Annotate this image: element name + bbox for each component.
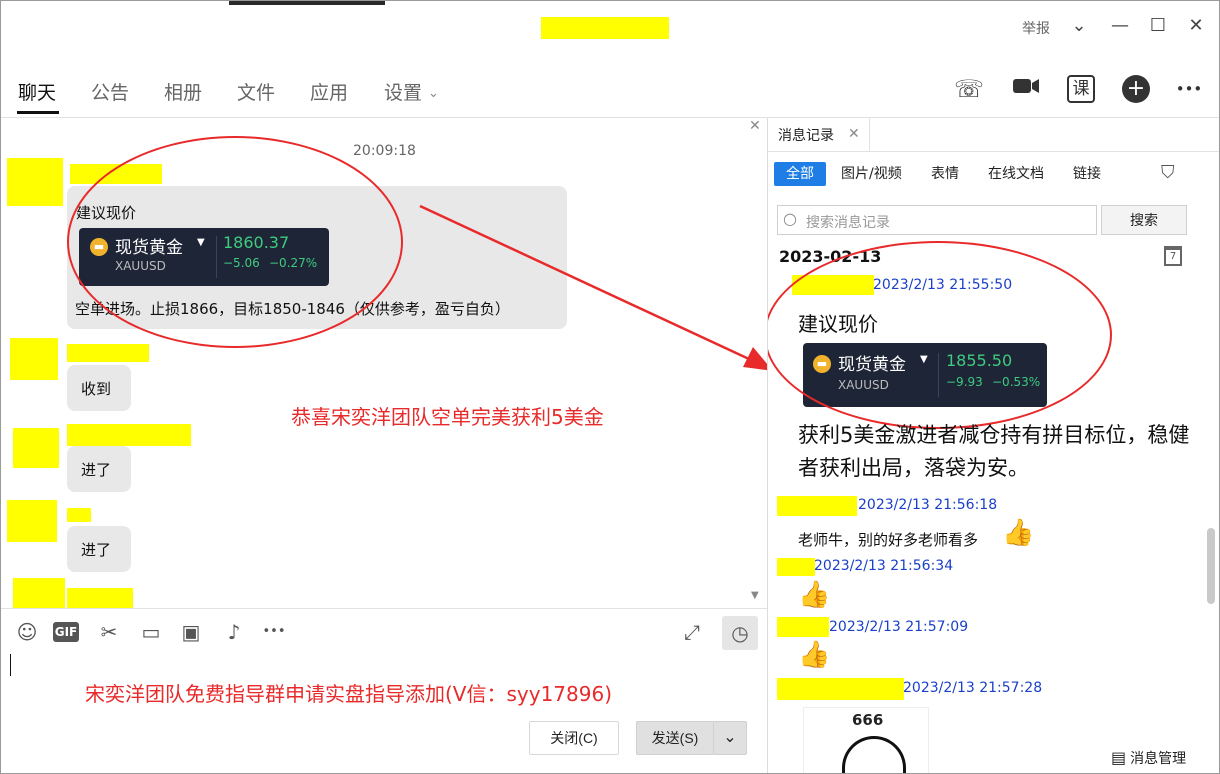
text-caret <box>10 654 11 676</box>
message-input-area[interactable]: 宋奕洋团队免费指导群申请实盘指导添加(V信：syy17896) 关闭(C) 发送… <box>1 654 767 773</box>
search-input[interactable]: ○ 搜索消息记录 <box>777 205 1097 235</box>
calendar-icon[interactable]: 7 <box>1164 246 1182 266</box>
history-tab[interactable]: 消息记录 <box>778 125 834 145</box>
message-manager-label: 消息管理 <box>1130 751 1187 767</box>
history-clock-icon[interactable]: ◷ <box>722 616 758 650</box>
entry-body: 老师牛，别的好多老师看多 <box>798 531 979 549</box>
entry-time: 2023/2/13 21:57:28 <box>903 680 1043 696</box>
close-button[interactable]: 关闭(C) <box>529 721 619 755</box>
thumbs-up-icon: 👍 <box>798 640 831 670</box>
search-button[interactable]: 搜索 <box>1101 205 1187 235</box>
close-icon[interactable]: ✕ <box>848 126 860 142</box>
folder-icon[interactable]: ▭ <box>138 619 164 645</box>
filter-media[interactable]: 图片/视频 <box>841 162 902 186</box>
preview-arc <box>842 736 906 773</box>
emoji-icon[interactable]: ☺ <box>14 619 40 645</box>
more-icon[interactable]: ••• <box>261 619 287 645</box>
entry-time: 2023/2/13 21:56:18 <box>858 497 998 513</box>
message-history-panel: 消息记录 ✕ 全部 图片/视频 表情 在线文档 链接 ⛉ ○ 搜索消息记录 搜索… <box>768 118 1219 773</box>
send-button[interactable]: 发送(S) <box>636 721 714 755</box>
filter-docs[interactable]: 在线文档 <box>988 162 1044 186</box>
message-manager-icon: ▤ <box>1111 748 1127 767</box>
history-scrollbar[interactable] <box>1207 528 1215 604</box>
annotation-ad: 宋奕洋团队免费指导群申请实盘指导添加(V信：syy17896) <box>85 682 613 706</box>
filter-stickers[interactable]: 表情 <box>931 162 959 186</box>
bell-icon[interactable]: ♪ <box>221 619 247 645</box>
entry-body: 获利5美金激进者减仓持有拼目标位，稳健者获利出局，落袋为安。 <box>798 423 1190 480</box>
highlight-ellipse <box>768 241 1112 429</box>
scissors-icon[interactable]: ✂ <box>96 619 122 645</box>
filter-icon[interactable]: ⛉ <box>1161 162 1175 183</box>
redacted-sender-name <box>777 617 829 637</box>
image-icon[interactable]: ▣ <box>178 619 204 645</box>
search-icon: ○ <box>783 209 797 228</box>
input-toolbar: ☺ GIF ✂ ▭ ▣ ♪ ••• ⤢ ◷ <box>1 608 767 654</box>
entry-time: 2023/2/13 21:56:34 <box>814 558 954 574</box>
redacted-sender-name <box>777 678 904 700</box>
tab-edge <box>869 118 870 152</box>
redacted-sender-name <box>777 558 815 576</box>
send-options-chevron-icon[interactable]: ⌄ <box>713 721 747 755</box>
filter-links[interactable]: 链接 <box>1073 162 1101 186</box>
search-placeholder: 搜索消息记录 <box>806 215 890 231</box>
expand-icon[interactable]: ⤢ <box>679 619 705 645</box>
gif-icon[interactable]: GIF <box>53 622 79 642</box>
message-manager-link[interactable]: ▤ 消息管理 <box>1111 748 1186 768</box>
image-preview[interactable]: 666 <box>803 707 929 773</box>
redacted-sender-name <box>777 496 857 516</box>
chat-window: 举报 ⌄ — ☐ ✕ 聊天 公告 相册 文件 应用 设置 ⌄ ☏ 课 + ••• … <box>0 0 1220 774</box>
preview-number: 666 <box>852 711 884 729</box>
filter-all[interactable]: 全部 <box>774 162 826 186</box>
tab-divider <box>768 151 1219 152</box>
thumbs-up-icon: 👍 <box>1002 518 1035 548</box>
thumbs-up-icon: 👍 <box>798 580 831 610</box>
entry-time: 2023/2/13 21:57:09 <box>829 619 969 635</box>
